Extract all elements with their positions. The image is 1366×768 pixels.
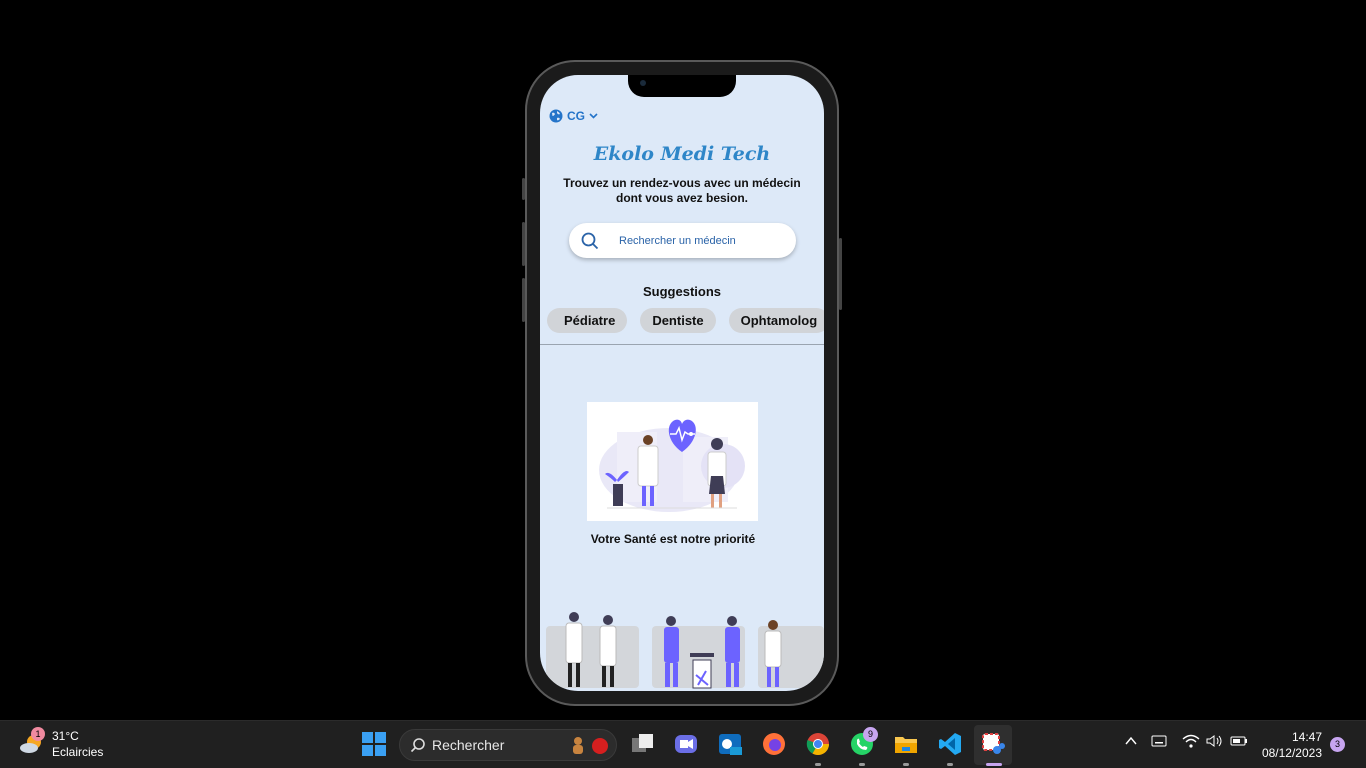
ornament-icon [592, 738, 608, 754]
explorer-running-indicator [903, 763, 909, 766]
chrome-icon[interactable] [805, 731, 831, 757]
clock-date: 08/12/2023 [1261, 746, 1322, 760]
phone-side-button [522, 178, 525, 200]
system-clock[interactable]: 14:47 08/12/2023 [1262, 729, 1322, 761]
file-explorer-icon[interactable] [893, 731, 919, 757]
gingerbread-icon [573, 737, 583, 754]
active-app-highlight [974, 725, 1012, 765]
language-selector[interactable]: CG [549, 109, 598, 123]
notification-center-badge[interactable]: 3 [1330, 737, 1345, 752]
doctors-carousel[interactable] [540, 605, 824, 691]
search-input[interactable]: Rechercher un médecin [619, 235, 736, 247]
chevron-down-icon [589, 113, 598, 119]
task-view-icon[interactable] [630, 731, 656, 757]
weather-condition: Eclaircies [52, 745, 104, 759]
language-code: CG [567, 109, 585, 123]
app-logo: Ekolo Medi Tech [593, 143, 771, 165]
whatsapp-badge: 9 [863, 727, 878, 742]
taskbar-search-label: Rechercher [432, 737, 505, 753]
globe-icon [549, 109, 563, 123]
tagline: Trouvez un rendez-vous avec un médecin d… [563, 176, 801, 205]
phone-volume-up [522, 222, 525, 266]
search-icon [581, 232, 599, 249]
suggestion-chips: Pédiatre Dentiste Ophtamolog [547, 308, 824, 333]
weather-badge: 1 [31, 727, 45, 741]
chrome-running-indicator [815, 763, 821, 766]
keyboard-icon[interactable] [1151, 734, 1167, 748]
vscode-icon[interactable] [937, 731, 963, 757]
teams-chat-icon[interactable] [673, 731, 699, 757]
divider [540, 344, 824, 345]
snipping-active-indicator [986, 763, 1002, 766]
phone-power-button [839, 238, 842, 310]
suggestions-title: Suggestions [642, 284, 721, 299]
whatsapp-icon[interactable]: 9 [849, 727, 878, 757]
phone-screen: CG Ekolo Medi Tech Trouvez un rendez-vou… [540, 75, 824, 691]
taskbar-search[interactable]: Rechercher [399, 729, 617, 761]
suggestion-chip-dentiste[interactable]: Dentiste [640, 308, 716, 333]
doctor-search-bar[interactable]: Rechercher un médecin [569, 223, 796, 258]
outlook-new-icon[interactable] [717, 731, 743, 757]
search-icon [410, 738, 425, 753]
vscode-running-indicator [947, 763, 953, 766]
firefox-icon[interactable] [761, 731, 787, 757]
suggestion-chip-pediatre[interactable]: Pédiatre [547, 308, 628, 333]
windows-start-icon[interactable] [361, 731, 387, 757]
weather-widget[interactable]: 1 31°C Eclaircies [18, 727, 104, 760]
camera-icon [640, 80, 646, 86]
wifi-icon[interactable] [1182, 734, 1200, 748]
show-hidden-icons-chevron-up-icon[interactable] [1124, 734, 1138, 748]
windows-taskbar: 1 31°C Eclaircies Rechercher 9 14:47 08/… [0, 720, 1366, 768]
weather-temperature: 31°C [52, 729, 79, 743]
phone-notch [628, 75, 736, 97]
suggestion-chip-ophtamologue[interactable]: Ophtamolog [728, 308, 824, 333]
phone-volume-down [522, 278, 525, 322]
priority-caption: Votre Santé est notre priorité [590, 532, 756, 546]
volume-icon[interactable] [1206, 734, 1224, 748]
clock-time: 14:47 [1291, 730, 1322, 744]
whatsapp-running-indicator [859, 763, 865, 766]
battery-charging-icon[interactable] [1230, 734, 1248, 748]
doctors-heart-illustration [587, 402, 758, 521]
